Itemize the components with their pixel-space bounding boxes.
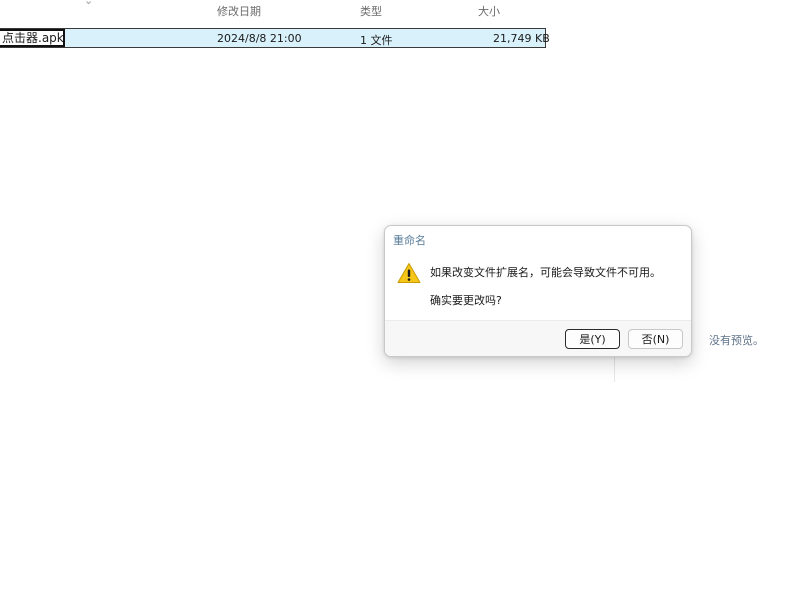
file-modified-date: 2024/8/8 21:00 — [217, 32, 302, 45]
warning-icon — [397, 263, 421, 283]
dialog-footer: 是(Y) 否(N) — [385, 320, 691, 356]
yes-button[interactable]: 是(Y) — [565, 329, 620, 349]
no-button[interactable]: 否(N) — [628, 329, 683, 349]
file-type: 1 文件 — [360, 34, 393, 47]
no-preview-text: 没有预览。 — [709, 334, 764, 347]
sort-chevron-icon[interactable]: ⌄ — [84, 0, 93, 7]
file-size: 21,749 KB — [493, 32, 550, 45]
dialog-content: 重命名 如果改变文件扩展名，可能会导致文件不可用。 确实要更改吗? — [385, 226, 691, 320]
column-header-modified[interactable]: 修改日期 — [217, 3, 261, 19]
dialog-title: 重命名 — [393, 234, 426, 247]
dialog-message: 如果改变文件扩展名，可能会导致文件不可用。 — [430, 266, 661, 279]
rename-dialog: 重命名 如果改变文件扩展名，可能会导致文件不可用。 确实要更改吗? 是(Y) 否… — [384, 225, 692, 357]
dialog-question: 确实要更改吗? — [430, 294, 502, 307]
column-header-type[interactable]: 类型 — [360, 3, 382, 19]
filename-edit-input[interactable]: 点击器.apk — [0, 29, 65, 47]
column-header-size[interactable]: 大小 — [478, 3, 500, 19]
